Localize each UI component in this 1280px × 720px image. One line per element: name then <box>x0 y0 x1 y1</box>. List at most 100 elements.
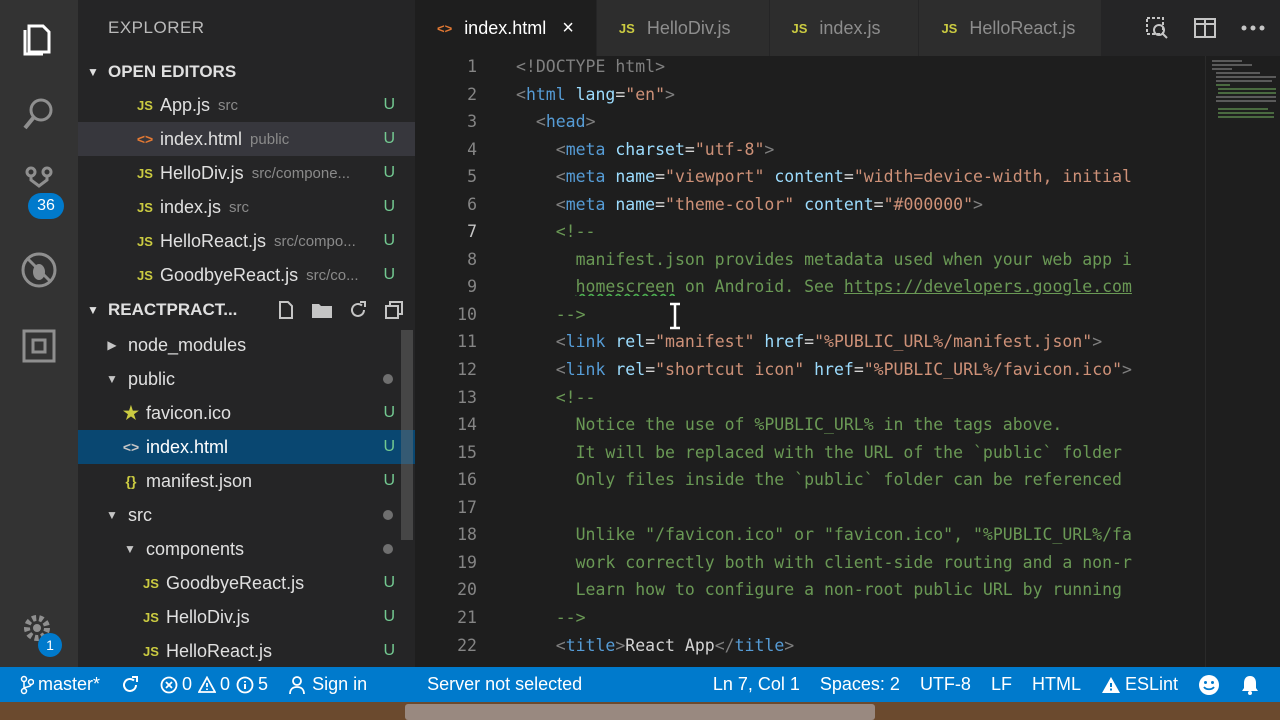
open-editor-item[interactable]: <> index.html public U <box>78 122 415 156</box>
debug-icon[interactable] <box>0 240 78 300</box>
tree-folder[interactable]: ▶ node_modules <box>78 328 415 362</box>
js-file-icon: JS <box>143 609 159 625</box>
code-line: 17 <box>415 494 1205 521</box>
end-of-line[interactable]: LF <box>981 667 1022 702</box>
code-token: > <box>764 140 775 159</box>
code-token: <!-- <box>555 222 596 241</box>
code-token: = <box>615 85 626 104</box>
sign-in-button[interactable]: Sign in <box>278 667 377 702</box>
code-line: 8 manifest.json provides metadata used w… <box>415 246 1205 273</box>
code-token: work correctly both with client-side rou… <box>575 553 1132 572</box>
split-editor-icon[interactable] <box>1192 15 1218 41</box>
encoding[interactable]: UTF-8 <box>910 667 981 702</box>
code-token: > <box>784 636 795 655</box>
line-number: 2 <box>467 85 477 104</box>
chevron-down-icon: ▼ <box>106 372 118 386</box>
code-token: html <box>525 85 566 104</box>
eslint-status[interactable]: ESLint <box>1091 667 1188 702</box>
tree-file[interactable]: <> index.html U <box>78 430 415 464</box>
open-editors-header[interactable]: ▼ OPEN EDITORS <box>78 56 415 88</box>
language-mode[interactable]: HTML <box>1022 667 1091 702</box>
js-file-icon: JS <box>137 97 153 113</box>
code-token: Only files inside the `public` folder ca… <box>575 470 1122 489</box>
refresh-icon[interactable] <box>347 299 369 321</box>
smiley-icon <box>1199 674 1219 695</box>
cursor-position[interactable]: Ln 7, Col 1 <box>703 667 810 702</box>
tree-folder[interactable]: ▼ components <box>78 532 415 566</box>
tree-item-label: index.html <box>146 436 229 457</box>
open-editor-item[interactable]: JS index.js src U <box>78 190 415 224</box>
code-token: meta <box>565 140 606 159</box>
code-token: href <box>804 360 854 379</box>
new-folder-icon[interactable] <box>311 299 333 321</box>
eslint-label: ESLint <box>1124 674 1178 694</box>
extensions-icon[interactable] <box>0 316 78 376</box>
indentation[interactable]: Spaces: 2 <box>810 667 910 702</box>
tree-file[interactable]: JS GoodbyeReact.js U <box>78 566 415 600</box>
close-icon[interactable]: × <box>562 17 574 40</box>
open-editor-item[interactable]: JS App.js src U <box>78 88 415 122</box>
git-status-badge: U <box>383 266 395 283</box>
code-token: = <box>853 360 864 379</box>
search-icon[interactable] <box>0 84 78 144</box>
project-header[interactable]: ▼ REACTPRACT... <box>78 292 415 328</box>
tree-file[interactable]: ★ favicon.ico U <box>78 396 415 430</box>
minimap[interactable] <box>1205 56 1280 667</box>
code-token: link <box>565 332 606 351</box>
tree-file[interactable]: JS HelloDiv.js U <box>78 600 415 634</box>
branch-indicator[interactable]: master* <box>0 667 110 702</box>
tab-index-js[interactable]: JS index.js <box>769 0 920 56</box>
code-token: = <box>645 332 656 351</box>
code-token: = <box>804 332 815 351</box>
code-editor[interactable]: 1 <!DOCTYPE html> 2 <html lang="en"> 3 <he… <box>415 56 1280 667</box>
explorer-sidebar: EXPLORER ▼ OPEN EDITORS JS App.js src U … <box>78 0 415 667</box>
collapse-all-icon[interactable] <box>383 299 405 321</box>
tree-folder[interactable]: ▼ public <box>78 362 415 396</box>
tab-hellodiv-js[interactable]: JS HelloDiv.js <box>596 0 770 56</box>
code-token: It will be replaced with the URL of the … <box>575 443 1122 462</box>
problems-indicator[interactable]: 0 0 5 <box>150 667 278 702</box>
code-token: "shortcut icon" <box>655 360 805 379</box>
open-editor-item[interactable]: JS HelloDiv.js src/compone... U <box>78 156 415 190</box>
git-status-badge: U <box>383 608 395 625</box>
tab-index-html[interactable]: <> index.html × <box>415 0 597 56</box>
tree-item-label: HelloReact.js <box>166 640 273 661</box>
code-line: 11 <link rel="manifest" href="%PUBLIC_UR… <box>415 328 1205 355</box>
line-number: 19 <box>457 553 477 572</box>
info-icon <box>236 676 254 693</box>
sidebar-scrollbar[interactable] <box>401 330 413 540</box>
code-token: React App <box>625 636 715 655</box>
open-preview-icon[interactable] <box>1144 15 1170 41</box>
tree-folder[interactable]: ▼ src <box>78 498 415 532</box>
open-editor-item[interactable]: JS GoodbyeReact.js src/co... U <box>78 258 415 292</box>
more-actions-icon[interactable] <box>1240 15 1266 41</box>
code-line: 22 <title>React App</title> <box>415 632 1205 659</box>
open-editor-item[interactable]: JS HelloReact.js src/compo... U <box>78 224 415 258</box>
sign-in-label: Sign in <box>312 674 368 694</box>
code-link[interactable]: https://developers.google.com <box>844 277 1132 296</box>
html-file-icon: <> <box>437 20 453 36</box>
code-line: 3 <head> <box>415 108 1205 135</box>
code-line: 10 --> <box>415 301 1205 328</box>
line-number: 9 <box>467 277 477 296</box>
js-file-icon: JS <box>143 643 159 659</box>
git-status-badge: U <box>383 642 395 659</box>
open-editor-path: src/compone... <box>251 164 351 182</box>
server-status[interactable]: Server not selected <box>417 667 592 702</box>
explorer-icon[interactable] <box>0 8 78 68</box>
line-number: 8 <box>467 250 477 269</box>
feedback-button[interactable] <box>1188 667 1230 702</box>
notifications-button[interactable] <box>1230 667 1280 702</box>
js-file-icon: JS <box>137 165 153 181</box>
tree-file[interactable]: {} manifest.json U <box>78 464 415 498</box>
sync-button[interactable] <box>110 667 150 702</box>
tab-helloreact-js[interactable]: JS HelloReact.js <box>919 0 1103 56</box>
tree-file[interactable]: JS HelloReact.js U <box>78 634 415 667</box>
tree-item-label: src <box>128 504 152 525</box>
new-file-icon[interactable] <box>275 299 297 321</box>
code-token: < <box>555 636 566 655</box>
code-token: "theme-color" <box>665 195 795 214</box>
line-number: 3 <box>467 112 477 131</box>
line-number: 1 <box>467 57 477 76</box>
code-token: --> <box>555 608 586 627</box>
